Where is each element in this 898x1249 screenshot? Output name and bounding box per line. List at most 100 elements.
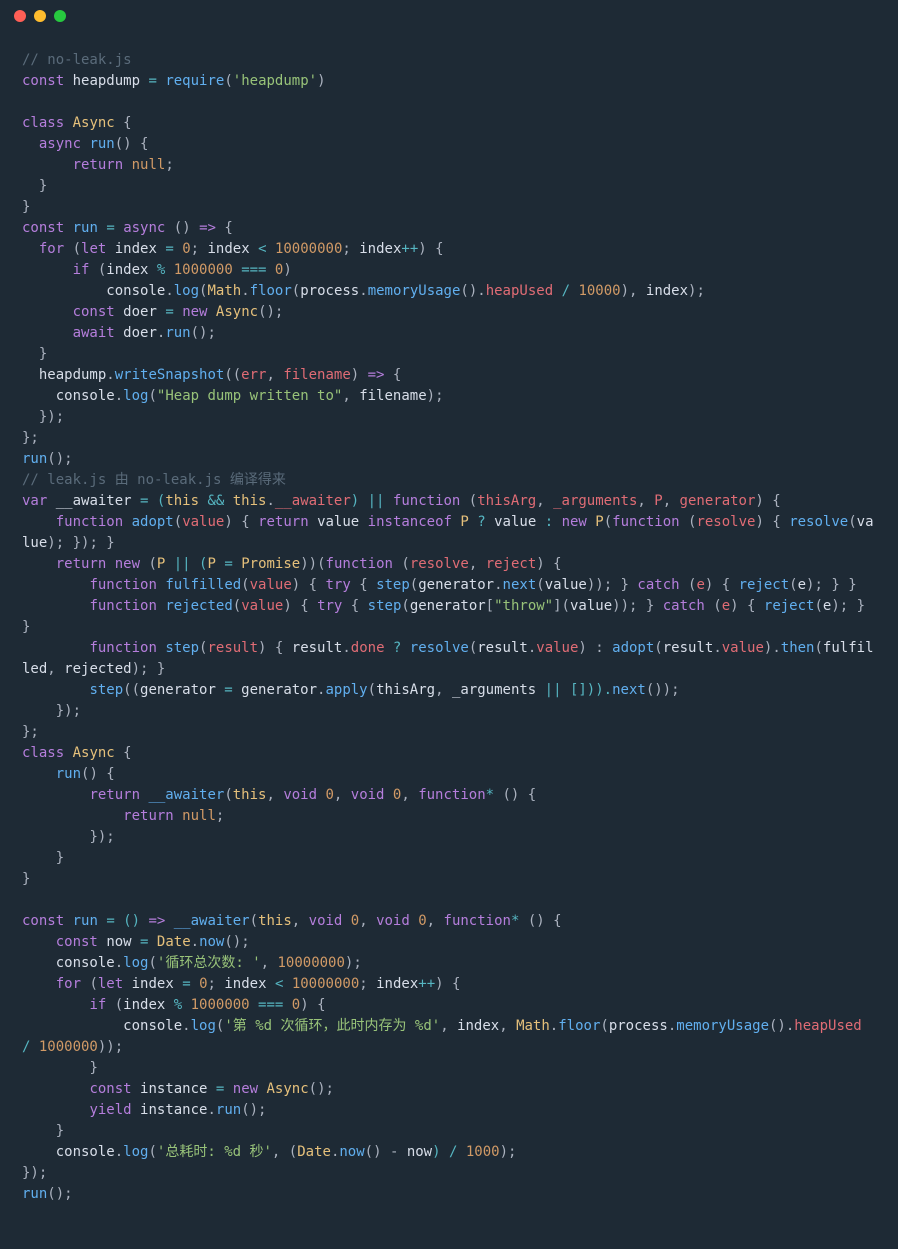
method: next (503, 577, 537, 593)
punct: )); (98, 1039, 123, 1055)
punct: ; (208, 976, 225, 992)
operator: = (157, 304, 182, 320)
punct: )); } (587, 577, 638, 593)
number: 10000000 (292, 976, 359, 992)
param: e (696, 577, 704, 593)
number: 1000000 (174, 262, 233, 278)
operator: ++ (418, 976, 435, 992)
number: 0 (384, 787, 401, 803)
number: 10000 (578, 283, 620, 299)
punct: ); }); } (47, 535, 114, 551)
number: 1000 (466, 1144, 500, 1160)
class: Date (157, 934, 191, 950)
number: 0 (182, 241, 190, 257)
operator: / (553, 283, 578, 299)
punct: ( (814, 598, 822, 614)
punct: }; (22, 724, 39, 740)
punct: ( (241, 577, 249, 593)
method: run (165, 325, 190, 341)
function: run (22, 1186, 47, 1202)
punct: ( (600, 1018, 608, 1034)
punct: , (663, 493, 680, 509)
punct: () - (365, 1144, 407, 1160)
punct: ( (536, 577, 544, 593)
class: P (207, 556, 215, 572)
punct: ) { (292, 577, 326, 593)
keyword: if (22, 997, 106, 1013)
operator: = (216, 682, 241, 698)
keyword: let (98, 976, 123, 992)
operator: = (98, 220, 123, 236)
punct: , (266, 787, 283, 803)
punct: ]( (553, 598, 570, 614)
keyword: return (258, 514, 309, 530)
punct: (); (224, 934, 249, 950)
keyword: class (22, 745, 64, 761)
punct: } (22, 1060, 98, 1076)
param: _arguments (553, 493, 637, 509)
param: value (241, 598, 283, 614)
code-editor[interactable]: // no-leak.js const heapdump = require('… (0, 32, 898, 1223)
punct: , (499, 1018, 516, 1034)
identifier: index (376, 976, 418, 992)
punct: ), (621, 283, 646, 299)
operator: % (148, 262, 173, 278)
arrow: => (199, 220, 216, 236)
identifier: doer (123, 325, 157, 341)
operator: && (199, 493, 233, 509)
identifier: filename (359, 388, 426, 404)
punct: ; (165, 157, 173, 173)
punct: } (22, 346, 47, 362)
window-titlebar (0, 0, 898, 32)
this: this (258, 913, 292, 929)
identifier: generator (410, 598, 486, 614)
keyword: void (309, 913, 343, 929)
operator: : (536, 514, 561, 530)
operator: ++ (401, 241, 418, 257)
keyword: const (22, 220, 64, 236)
keyword: const (22, 1081, 132, 1097)
punct: ( (401, 598, 409, 614)
punct: (( (123, 682, 140, 698)
punct: ); (345, 955, 362, 971)
operator: || ( (165, 556, 207, 572)
punct: (). (769, 1018, 794, 1034)
identifier: value (545, 577, 587, 593)
minimize-button[interactable] (34, 10, 46, 22)
punct: ) { (730, 598, 764, 614)
keyword: void (283, 787, 317, 803)
punct: () { (494, 787, 536, 803)
method: now (199, 934, 224, 950)
keyword: const (22, 913, 64, 929)
punct: ( (410, 577, 418, 593)
identifier: index (457, 1018, 499, 1034)
method: now (339, 1144, 364, 1160)
punct: (); (47, 1186, 72, 1202)
zoom-button[interactable] (54, 10, 66, 22)
punct: ( (680, 577, 697, 593)
method: floor (558, 1018, 600, 1034)
punct: } (22, 871, 30, 887)
param: thisArg (477, 493, 536, 509)
property: value (536, 640, 578, 656)
punct: { (384, 367, 401, 383)
identifier: value (309, 514, 368, 530)
operator: ? (477, 514, 494, 530)
punct: , (334, 787, 351, 803)
punct: . (713, 640, 721, 656)
method: memoryUsage (368, 283, 461, 299)
punct: ( (250, 913, 258, 929)
punct: { (115, 745, 132, 761)
punct: } (22, 178, 47, 194)
punct: . (115, 388, 123, 404)
punct: ) { (705, 577, 739, 593)
close-button[interactable] (14, 10, 26, 22)
punct: (( (224, 367, 241, 383)
param: P (654, 493, 662, 509)
identifier: rejected (64, 661, 131, 677)
punct: (); (258, 304, 283, 320)
punct: () { (115, 136, 149, 152)
punct: ; (359, 976, 376, 992)
punct: ( (148, 388, 156, 404)
param: err (241, 367, 266, 383)
